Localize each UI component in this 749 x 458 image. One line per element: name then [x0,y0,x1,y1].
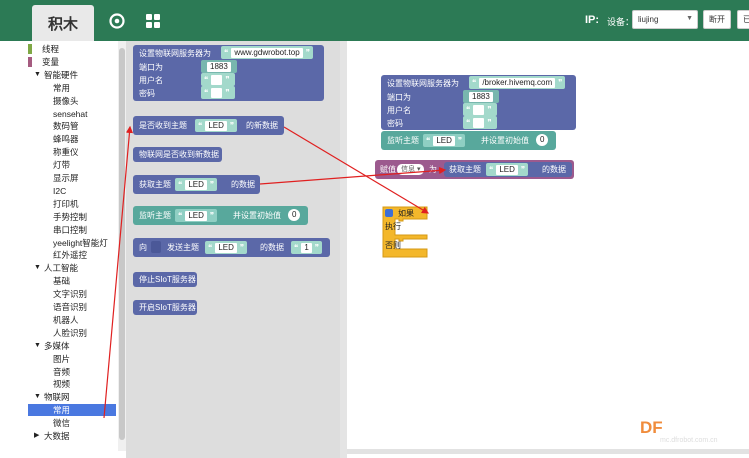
annotation-arrows [103,125,447,419]
df-logo: DF [640,418,663,437]
watermark: mc.dfrobot.com.cn [660,437,718,444]
